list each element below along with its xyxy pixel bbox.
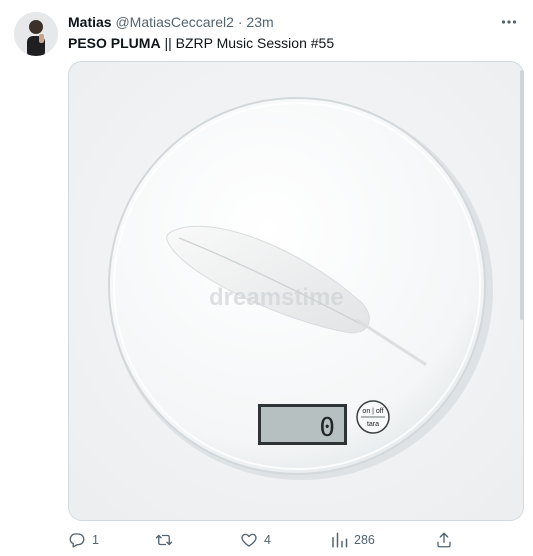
views-button[interactable]: 286: [330, 529, 375, 551]
author-name[interactable]: Matias: [68, 14, 112, 30]
scrollbar[interactable]: [520, 70, 524, 320]
tweet-text: PESO PLUMA || BZRP Music Session #55: [68, 34, 334, 52]
reply-icon: [69, 533, 85, 548]
views-count: 286: [354, 533, 375, 547]
scale-display: 0: [258, 404, 347, 445]
avatar[interactable]: [14, 12, 58, 56]
scale-photo: dreamstime 0 on | off tara: [69, 62, 523, 520]
like-count: 4: [264, 533, 271, 547]
like-icon: [241, 533, 257, 547]
like-button[interactable]: 4: [240, 529, 271, 551]
reply-button[interactable]: 1: [68, 529, 99, 551]
watermark: dreamstime: [209, 284, 344, 311]
tweet-header: Matias @MatiasCeccarel2 · 23m: [68, 13, 274, 31]
tweet-media[interactable]: dreamstime 0 on | off tara: [68, 61, 524, 521]
scale-button: on | off tara: [356, 400, 390, 434]
retweet-icon: [155, 534, 173, 546]
share-button[interactable]: [435, 529, 453, 551]
tweet-text-bold: PESO PLUMA: [68, 35, 161, 51]
avatar-image: [14, 12, 58, 56]
separator-dot: ·: [237, 14, 243, 30]
scale-reading: 0: [319, 413, 335, 443]
more-button[interactable]: [497, 10, 521, 34]
more-icon: [501, 20, 517, 24]
tweet-text-rest: || BZRP Music Session #55: [160, 35, 335, 51]
tweet-actions: 1 4 286: [68, 529, 468, 551]
button-label-bottom: tara: [367, 421, 379, 428]
views-icon: [332, 532, 348, 548]
author-handle[interactable]: @MatiasCeccarel2: [115, 14, 233, 30]
retweet-button[interactable]: [154, 529, 180, 551]
reply-count: 1: [92, 533, 99, 547]
share-icon: [437, 532, 451, 548]
tweet-time[interactable]: 23m: [246, 14, 273, 30]
button-label-top: on | off: [362, 408, 383, 415]
tweet[interactable]: Matias @MatiasCeccarel2 · 23m PESO PLUMA…: [0, 0, 533, 556]
